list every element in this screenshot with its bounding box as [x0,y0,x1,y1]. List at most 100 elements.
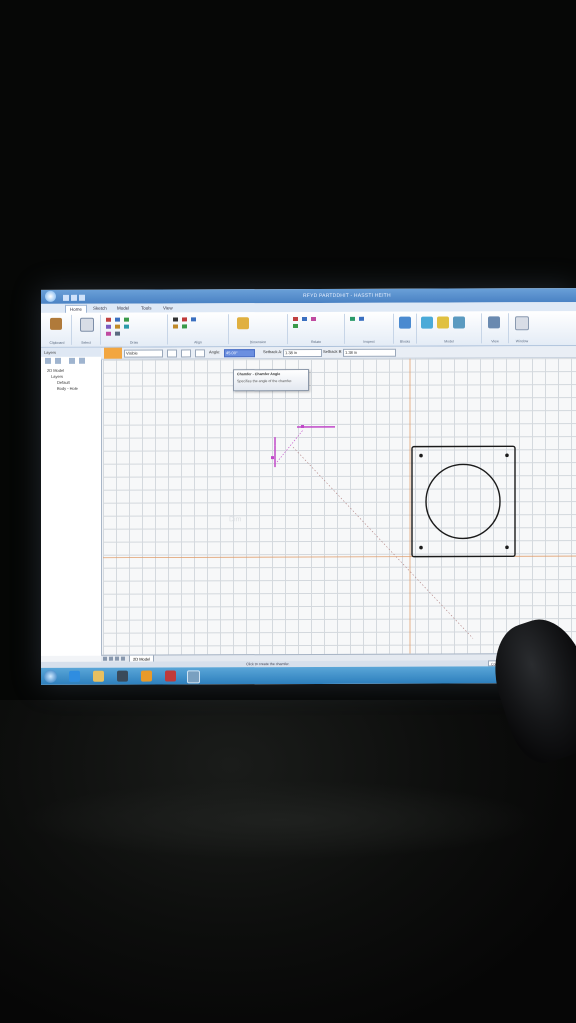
tooltip-description: Specifies the angle of the chamfer. [237,379,293,384]
fillet-icon[interactable] [124,324,129,329]
layer-tree: 2D Model Layers Default Body - Hole [41,365,101,392]
cloth-fold [20,780,540,860]
next-tab-icon[interactable] [115,656,119,661]
chamfer-angle-tooltip: Chamfer - Chamfer Angle Specifies the an… [233,368,309,392]
layers-panel: Layers 2D Model Layers Default Body - Ho… [41,347,102,656]
save-icon[interactable] [63,294,69,301]
window-title: RFYD PARTDDHIT - HASSTI HEITH [303,292,391,300]
group-dimension: Dimension [229,314,288,345]
mirror-icon[interactable] [182,317,187,322]
setback-b-label: Setback B: [323,348,343,354]
tab-model[interactable]: Model [113,305,133,313]
group-view: View [482,313,509,344]
area-icon[interactable] [359,316,364,321]
center-hole-circle[interactable] [425,463,501,540]
select-arrow-icon[interactable] [80,317,94,332]
chamfer-icon[interactable] [106,331,111,336]
media-player-icon[interactable] [141,670,152,682]
corner-hole-top-right[interactable] [505,453,509,458]
group-inspect: Inspect [345,313,394,344]
corner-hole-top-left[interactable] [419,453,423,458]
canvas-watermark: Dim [229,516,242,523]
group-label: Blocks [399,339,411,344]
align-icon[interactable] [173,317,178,322]
move-icon[interactable] [182,324,187,329]
relate-icon[interactable] [293,317,298,322]
prev-tab-icon[interactable] [109,656,113,661]
drawing-canvas[interactable]: Dim [103,358,576,655]
angle-label: Angle: [209,349,221,355]
chamfer-preview-line [276,429,304,463]
media-app-icon[interactable] [117,670,128,682]
rotate-icon[interactable] [191,317,196,322]
parallel-icon[interactable] [311,316,316,321]
smart-dimension-icon[interactable] [237,317,249,330]
tab-tools[interactable]: Tools [137,305,156,313]
tab-view[interactable]: View [159,304,177,312]
group-draw: Draw [101,314,168,345]
block-icon[interactable] [399,316,411,329]
redo-icon[interactable] [79,294,85,301]
group-align: Align [168,314,229,345]
setback-b-input[interactable]: 1.38 in [343,348,396,357]
layer-combo[interactable]: Visible [124,349,163,358]
line-style-icon[interactable] [181,349,191,358]
application-button[interactable] [45,290,56,302]
group-label: Inspect [363,339,375,344]
scale-icon[interactable] [173,324,178,329]
setback-b-value: 1.38 in [345,349,358,355]
angle-input[interactable]: 45.00° [224,349,255,358]
circle-icon[interactable] [115,317,120,322]
layer-show-icon[interactable] [69,357,75,364]
revolve-icon[interactable] [453,316,465,329]
layer-add-icon[interactable] [45,357,51,364]
setback-a-label: Setback A: [263,349,283,355]
chamfer-handle[interactable] [301,425,304,429]
layer-hide-icon[interactable] [79,357,85,364]
drawing-svg: Dim [103,358,576,654]
chamfer-handle[interactable] [271,456,274,460]
tab-sketch[interactable]: Sketch [89,305,111,313]
chamfer-options-icon[interactable] [104,347,122,359]
tree-item-body-hole[interactable]: Body - Hole [47,386,101,392]
group-relate: Relate [288,313,345,345]
tangent-icon[interactable] [302,317,307,322]
setback-a-value: 1.38 in [285,350,298,356]
equal-icon[interactable] [293,324,298,329]
internet-explorer-icon[interactable] [69,670,80,682]
measure-icon[interactable] [350,316,355,321]
file-explorer-icon[interactable] [93,670,104,682]
paste-icon[interactable] [50,317,62,330]
group-label: Relate [310,339,322,344]
quick-access-toolbar [63,293,103,301]
switch-window-icon[interactable] [515,316,529,331]
corner-hole-bottom-right[interactable] [505,545,509,550]
layer-combo-value: Visible [126,350,138,356]
cad-app-icon[interactable] [187,670,200,684]
group-label: Model [444,339,454,344]
cross-toggle-icon[interactable] [167,349,177,358]
undo-icon[interactable] [71,294,77,301]
line-icon[interactable] [106,317,111,322]
start-button[interactable] [44,669,57,683]
arc-icon[interactable] [124,317,129,322]
curve-icon[interactable] [115,324,120,329]
group-select: Select [72,314,101,345]
styles-icon[interactable] [488,316,500,329]
setback-a-input[interactable]: 1.38 in [283,348,322,358]
trim-icon[interactable] [115,331,120,336]
extrude-icon[interactable] [437,316,449,329]
app-icon[interactable] [165,670,176,682]
group-label: Draw [129,340,139,345]
group-clipboard: Clipboard [43,314,72,345]
fill-style-icon[interactable] [195,349,205,358]
create-body-icon[interactable] [421,316,433,329]
layer-delete-icon[interactable] [55,357,61,364]
first-tab-icon[interactable] [103,656,107,661]
last-tab-icon[interactable] [121,656,125,661]
corner-hole-bottom-left[interactable] [419,545,423,550]
group-label: Select [81,340,91,345]
group-blocks: Blocks [394,313,417,344]
rectangle-icon[interactable] [106,324,111,329]
layers-toolbar [41,357,101,365]
